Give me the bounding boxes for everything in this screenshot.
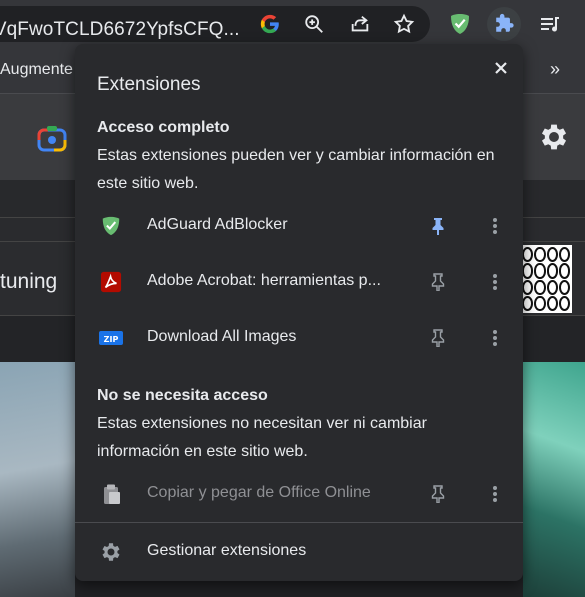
- close-icon: [495, 62, 507, 74]
- acrobat-icon: [99, 270, 123, 294]
- zoom-icon[interactable]: [300, 10, 328, 38]
- more-options-button[interactable]: [483, 482, 507, 506]
- pin-icon: [432, 218, 444, 235]
- bookmarks-more-button[interactable]: »: [550, 59, 560, 80]
- thumbnail-image[interactable]: [520, 245, 572, 313]
- page-tuning-text[interactable]: tuning: [0, 270, 57, 294]
- media-icon[interactable]: [536, 10, 564, 38]
- car-image-left[interactable]: [0, 362, 75, 597]
- pin-button[interactable]: [427, 327, 449, 349]
- zip-icon: ZIP: [99, 326, 123, 350]
- more-vertical-icon: [493, 218, 497, 234]
- extension-name: Adobe Acrobat: herramientas p...: [147, 272, 381, 289]
- svg-text:ZIP: ZIP: [104, 335, 119, 344]
- settings-gear-icon[interactable]: [537, 120, 571, 154]
- pin-icon: [431, 329, 445, 347]
- bookmark-augmente[interactable]: Augmente: [0, 61, 73, 79]
- full-access-description: Estas extensiones pueden ver y cambiar i…: [97, 147, 495, 192]
- extension-name: Copiar y pegar de Office Online: [147, 484, 371, 501]
- car-image-right[interactable]: [523, 362, 585, 597]
- camera-icon[interactable]: [36, 122, 68, 154]
- pin-button[interactable]: [427, 271, 449, 293]
- close-button[interactable]: [489, 56, 513, 80]
- more-vertical-icon: [493, 486, 497, 502]
- full-access-heading: Acceso completo: [97, 119, 230, 136]
- extension-row-office-copy-paste[interactable]: Copiar y pegar de Office Online: [75, 466, 523, 522]
- pin-icon: [431, 273, 445, 291]
- popup-title: Extensiones: [97, 74, 201, 95]
- extensions-popup: Extensiones Acceso completo Estas extens…: [75, 44, 523, 581]
- url-text[interactable]: wVqFwoTCLD6672YpfsCFQ...: [0, 19, 240, 41]
- more-vertical-icon: [493, 274, 497, 290]
- extension-row-acrobat[interactable]: Adobe Acrobat: herramientas p...: [75, 254, 523, 310]
- pin-button[interactable]: [427, 215, 449, 237]
- pin-icon: [431, 485, 445, 503]
- browser-toolbar: wVqFwoTCLD6672YpfsCFQ...: [0, 0, 585, 48]
- extensions-puzzle-button[interactable]: [487, 7, 521, 41]
- adguard-icon[interactable]: [446, 10, 474, 38]
- puzzle-icon: [496, 13, 514, 32]
- manage-extensions-button[interactable]: Gestionar extensiones: [75, 523, 523, 581]
- no-access-heading: No se necesita acceso: [97, 387, 268, 404]
- clipboard-icon: [99, 482, 123, 506]
- extension-name: Download All Images: [147, 328, 297, 345]
- manage-extensions-label: Gestionar extensiones: [147, 542, 307, 559]
- more-options-button[interactable]: [483, 326, 507, 350]
- pin-button[interactable]: [427, 483, 449, 505]
- more-options-button[interactable]: [483, 214, 507, 238]
- extension-row-adguard[interactable]: AdGuard AdBlocker: [75, 198, 523, 254]
- extension-name: AdGuard AdBlocker: [147, 216, 288, 233]
- no-access-description: Estas extensiones no necesitan ver ni ca…: [97, 415, 427, 460]
- adguard-icon: [99, 214, 123, 238]
- share-icon[interactable]: [346, 10, 374, 38]
- more-options-button[interactable]: [483, 270, 507, 294]
- gear-icon: [102, 543, 120, 561]
- star-icon[interactable]: [390, 10, 418, 38]
- google-icon[interactable]: [256, 10, 284, 38]
- more-vertical-icon: [493, 330, 497, 346]
- extension-row-download-all-images[interactable]: ZIP Download All Images: [75, 310, 523, 366]
